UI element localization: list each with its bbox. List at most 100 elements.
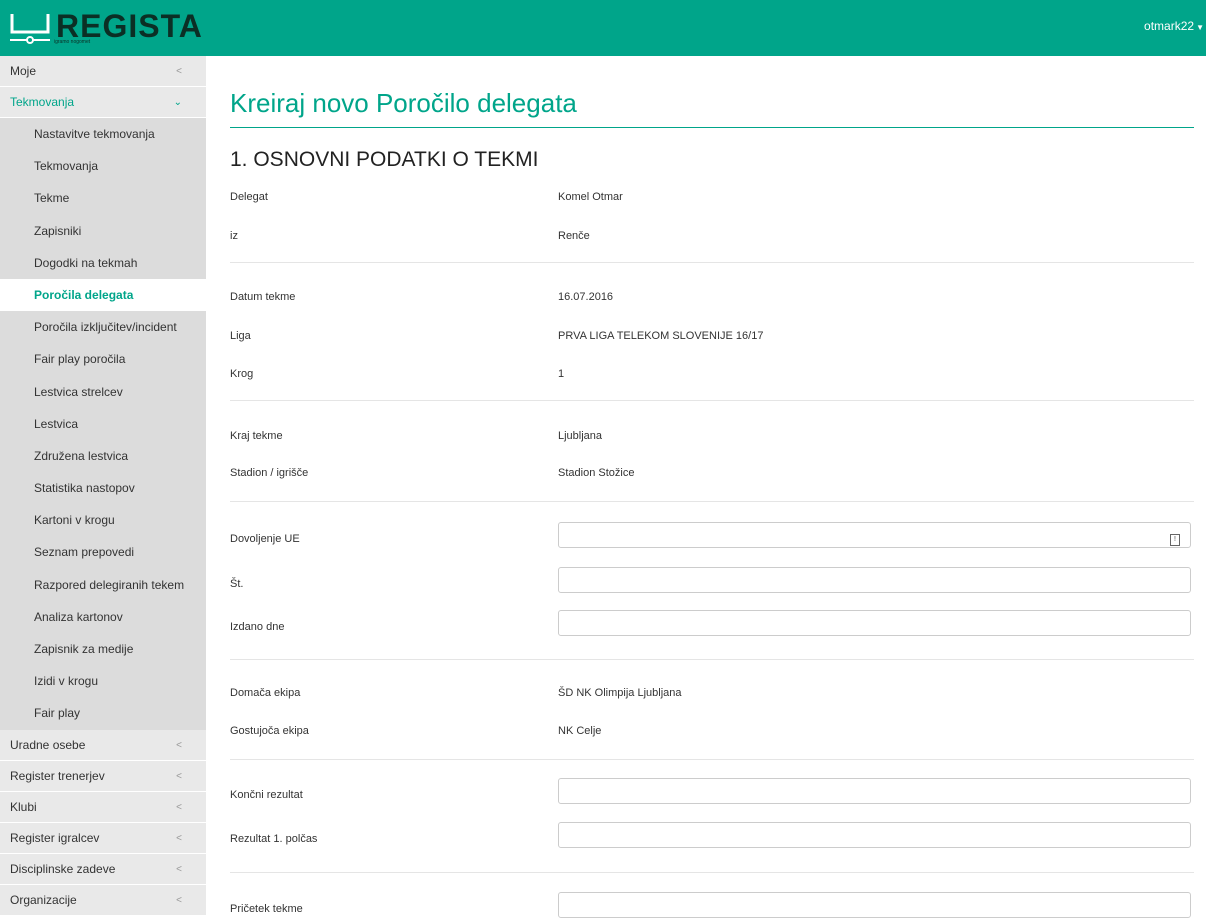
rezultat-polcas-input[interactable] <box>558 822 1191 848</box>
field-value: PRVA LIGA TELEKOM SLOVENIJE 16/17 <box>558 330 764 342</box>
field-rezultat-polcas: Rezultat 1. polčas <box>230 822 1194 853</box>
field-liga: Liga PRVA LIGA TELEKOM SLOVENIJE 16/17 <box>230 326 1194 350</box>
divider <box>230 400 1194 401</box>
sidebar-subitem[interactable]: Poročila izključitev/incident <box>0 311 206 344</box>
field-stadion: Stadion / igrišče Stadion Stožice <box>230 463 1194 487</box>
sidebar-subitem[interactable]: Lestvica <box>0 407 206 440</box>
dovoljenje-date-input[interactable] <box>558 522 1191 548</box>
sidebar-subitem[interactable]: Fair play poročila <box>0 343 206 376</box>
sidebar-item-register-trenerjev[interactable]: Register trenerjev < <box>0 760 206 792</box>
field-label: Dovoljenje UE <box>230 533 300 545</box>
sidebar-subitem[interactable]: Zapisniki <box>0 214 206 247</box>
field-kraj-tekme: Kraj tekme Ljubljana <box>230 426 1194 450</box>
top-bar: REGISTA igramo nogomet otmark22 ▼ <box>0 0 1206 56</box>
field-koncni-rezultat: Končni rezultat <box>230 778 1194 809</box>
field-krog: Krog 1 <box>230 364 1194 388</box>
divider <box>230 759 1194 760</box>
chevron-left-icon: < <box>176 832 182 844</box>
sidebar-subitem[interactable]: Dogodki na tekmah <box>0 246 206 279</box>
divider <box>230 659 1194 660</box>
field-label: Domača ekipa <box>230 687 301 699</box>
izdano-dne-input[interactable] <box>558 610 1191 636</box>
divider <box>230 262 1194 263</box>
sidebar-item-label: Register igralcev <box>10 830 100 845</box>
sidebar-subitem[interactable]: Statistika nastopov <box>0 472 206 505</box>
field-label: Datum tekme <box>230 291 296 303</box>
field-label: Št. <box>230 578 244 590</box>
calendar-icon[interactable]: ! <box>1170 534 1180 546</box>
chevron-down-icon: ⌄ <box>173 97 182 108</box>
logo-subtitle: igramo nogomet <box>54 39 91 45</box>
sidebar-subitem-active[interactable]: Poročila delegata <box>0 278 206 312</box>
field-value: NK Celje <box>558 725 602 737</box>
field-label: Gostujoča ekipa <box>230 725 309 737</box>
field-domaca-ekipa: Domača ekipa ŠD NK Olimpija Ljubljana <box>230 683 1194 707</box>
field-value: 1 <box>558 368 565 380</box>
section-title: 1. OSNOVNI PODATKI O TEKMI <box>230 148 539 171</box>
sidebar-subitem[interactable]: Združena lestvica <box>0 439 206 473</box>
field-label: Stadion / igrišče <box>230 467 309 479</box>
chevron-left-icon: < <box>176 66 182 77</box>
sidebar-item-label: Klubi <box>10 799 37 814</box>
field-label: Rezultat 1. polčas <box>230 833 318 845</box>
sidebar-item-moje[interactable]: Moje < <box>0 56 206 87</box>
sidebar-item-register-igralcev[interactable]: Register igralcev < <box>0 822 206 854</box>
chevron-left-icon: < <box>176 894 182 906</box>
sidebar-subitem[interactable]: Razpored delegiranih tekem <box>0 568 206 601</box>
field-label: Izdano dne <box>230 621 285 633</box>
sidebar-subitem[interactable]: Lestvica strelcev <box>0 375 206 408</box>
regista-logo[interactable]: REGISTA igramo nogomet <box>4 6 202 50</box>
sidebar-item-label: Disciplinske zadeve <box>10 861 116 876</box>
field-st: Št. <box>230 567 1194 598</box>
sidebar-subitem[interactable]: Zapisnik za medije <box>0 633 206 666</box>
sidebar-item-klubi[interactable]: Klubi < <box>0 791 206 823</box>
username: otmark22 <box>1144 19 1195 33</box>
sidebar-item-label: Register trenerjev <box>10 768 105 783</box>
field-value: Ljubljana <box>558 430 603 442</box>
sidebar-subitem[interactable]: Nastavitve tekmovanja <box>0 118 206 151</box>
pricetek-tekme-input[interactable] <box>558 892 1191 918</box>
field-label: Končni rezultat <box>230 789 303 801</box>
logo-mark-icon <box>10 14 50 44</box>
field-iz: iz Renče <box>230 226 1194 250</box>
page-title: Kreiraj novo Poročilo delegata <box>230 88 1194 128</box>
chevron-left-icon: < <box>176 739 182 751</box>
field-value: Stadion Stožice <box>558 467 635 479</box>
divider <box>230 501 1194 502</box>
sidebar-subitem[interactable]: Seznam prepovedi <box>0 536 206 569</box>
caret-down-icon: ▼ <box>1196 23 1204 32</box>
field-label: Delegat <box>230 191 268 203</box>
field-delegat: Delegat Komel Otmar <box>230 187 1194 211</box>
sidebar-item-tekmovanja[interactable]: Tekmovanja ⌄ <box>0 87 206 118</box>
sidebar-subitem[interactable]: Tekme <box>0 182 206 215</box>
sidebar-item-label: Tekmovanja <box>10 95 75 109</box>
sidebar-item-label: Moje <box>10 64 37 78</box>
sidebar-item-organizacije[interactable]: Organizacije < <box>0 884 206 916</box>
koncni-rezultat-input[interactable] <box>558 778 1191 804</box>
sidebar-item-label: Organizacije <box>10 892 77 907</box>
st-input[interactable] <box>558 567 1191 593</box>
chevron-left-icon: < <box>176 770 182 782</box>
user-menu[interactable]: otmark22 ▼ <box>1144 19 1204 33</box>
sidebar-item-label: Uradne osebe <box>10 737 86 752</box>
field-dovoljenje-ue: Dovoljenje UE ! <box>230 522 1194 553</box>
field-gostujoca-ekipa: Gostujoča ekipa NK Celje <box>230 721 1194 745</box>
field-label: Pričetek tekme <box>230 903 303 915</box>
chevron-left-icon: < <box>176 863 182 875</box>
sidebar-subitem[interactable]: Fair play <box>0 697 206 730</box>
field-label: Kraj tekme <box>230 430 283 442</box>
field-value: ŠD NK Olimpija Ljubljana <box>558 687 682 699</box>
field-value: Komel Otmar <box>558 191 623 203</box>
sidebar-subitem[interactable]: Tekmovanja <box>0 150 206 183</box>
field-label: iz <box>230 230 238 242</box>
sidebar-item-disciplinske-zadeve[interactable]: Disciplinske zadeve < <box>0 853 206 885</box>
sidebar-subitem[interactable]: Kartoni v krogu <box>0 504 206 537</box>
sidebar: Moje < Tekmovanja ⌄ Nastavitve tekmovanj… <box>0 56 206 916</box>
field-value: Renče <box>558 230 590 242</box>
sidebar-item-uradne-osebe[interactable]: Uradne osebe < <box>0 729 206 761</box>
field-label: Liga <box>230 330 251 342</box>
field-pricetek-tekme: Pričetek tekme <box>230 892 1194 923</box>
sidebar-subitem[interactable]: Izidi v krogu <box>0 665 206 698</box>
field-value: 16.07.2016 <box>558 291 614 303</box>
sidebar-subitem[interactable]: Analiza kartonov <box>0 600 206 633</box>
